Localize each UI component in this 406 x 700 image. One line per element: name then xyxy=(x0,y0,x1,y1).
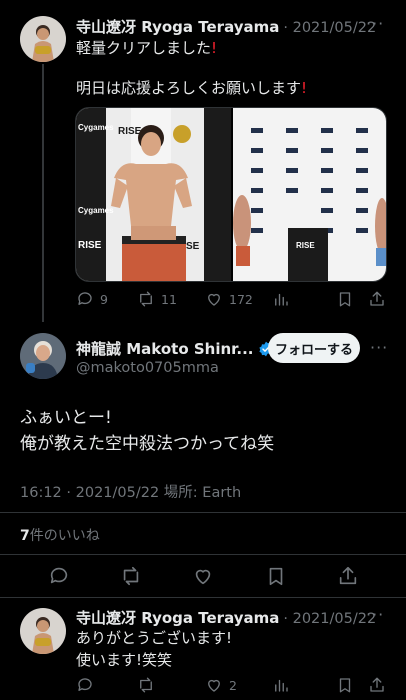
analytics-button[interactable] xyxy=(272,676,290,694)
more-options-icon[interactable]: ··· xyxy=(366,605,384,624)
reply-button[interactable] xyxy=(48,565,70,587)
tweet1-header: 寺山遼冴 Ryoga Terayama · 2021/05/22 xyxy=(76,16,376,37)
share-icon xyxy=(370,677,384,692)
like-button[interactable]: 2 xyxy=(205,676,237,694)
tweet-text-line: 明日は応援よろしくお願いします! xyxy=(76,79,308,97)
share-button[interactable] xyxy=(368,676,386,694)
retweet-button[interactable] xyxy=(137,676,155,694)
exclamation-emoji: ! xyxy=(211,39,218,57)
media-grid: Cygames RISE Cygames RISE RISE RISE xyxy=(75,107,387,282)
thread-line xyxy=(42,64,44,322)
avatar-image xyxy=(20,608,66,654)
tweet-text-line: ありがとうございます! xyxy=(76,629,233,647)
weigh-in-photo[interactable]: Cygames RISE Cygames RISE RISE RISE xyxy=(76,108,387,282)
reply-button[interactable]: 9 xyxy=(76,290,108,308)
more-options-icon[interactable]: ··· xyxy=(370,338,388,357)
avatar-image xyxy=(20,16,66,62)
exclamation-emoji: ! xyxy=(301,79,308,97)
display-name[interactable]: 寺山遼冴 Ryoga Terayama xyxy=(76,16,279,37)
tweet2-header: 神龍誠 Makoto Shinr... xyxy=(76,338,274,359)
banner-text: RISE xyxy=(118,126,142,137)
reply-icon xyxy=(50,567,68,584)
follow-button[interactable]: フォローする xyxy=(268,333,360,363)
banner-text: Cygames xyxy=(78,123,114,132)
divider xyxy=(0,597,406,598)
share-button[interactable] xyxy=(337,565,359,587)
reply-icon xyxy=(78,678,92,691)
avatar[interactable] xyxy=(20,333,66,379)
tweet-text: ふぁいとー! 俺が教えた空中殺法つかってね笑 xyxy=(20,408,275,454)
analytics-icon xyxy=(275,293,288,306)
divider xyxy=(0,554,406,555)
like-button[interactable]: 172 xyxy=(205,290,253,308)
bookmark-icon xyxy=(339,292,351,307)
display-name[interactable]: 神龍誠 Makoto Shinr... xyxy=(76,338,254,359)
avatar[interactable] xyxy=(20,608,66,654)
avatar[interactable] xyxy=(20,16,66,62)
user-handle[interactable]: @makoto0705mma xyxy=(76,360,219,376)
analytics-button[interactable] xyxy=(272,290,290,308)
banner-text: Cygames xyxy=(78,206,114,215)
tweet-date[interactable]: · 2021/05/22 xyxy=(283,20,376,36)
bookmark-icon xyxy=(339,678,351,693)
retweet-icon xyxy=(140,291,152,307)
heart-icon xyxy=(195,569,211,585)
backdrop-text: RISE xyxy=(296,241,315,250)
tweet-text-line: 使います!笑笑 xyxy=(76,651,173,669)
heart-icon xyxy=(208,679,220,692)
bookmark-button[interactable] xyxy=(336,676,354,694)
tweet-timestamp[interactable]: 16:12 · 2021/05/22 場所: Earth xyxy=(20,481,241,502)
share-button[interactable] xyxy=(368,290,386,308)
retweet-icon xyxy=(123,566,139,586)
divider xyxy=(0,512,406,513)
tweet3-header: 寺山遼冴 Ryoga Terayama · 2021/05/22 xyxy=(76,607,376,628)
avatar-image xyxy=(20,333,66,379)
like-button[interactable] xyxy=(192,565,214,587)
retweet-button[interactable] xyxy=(120,565,142,587)
heart-icon xyxy=(208,293,220,306)
reply-button[interactable] xyxy=(76,676,94,694)
tweet-date[interactable]: · 2021/05/22 xyxy=(283,611,376,627)
bookmark-button[interactable] xyxy=(265,565,287,587)
retweet-icon xyxy=(140,677,152,693)
analytics-icon xyxy=(275,679,288,692)
display-name[interactable]: 寺山遼冴 Ryoga Terayama xyxy=(76,607,279,628)
bookmark-button[interactable] xyxy=(336,290,354,308)
share-icon xyxy=(370,291,384,306)
banner-text: RISE xyxy=(78,240,102,251)
bookmark-icon xyxy=(269,567,283,586)
more-options-icon[interactable]: ··· xyxy=(366,14,384,33)
reply-icon xyxy=(78,292,92,305)
share-icon xyxy=(339,566,357,585)
likes-count-link[interactable]: 7件のいいね xyxy=(20,525,100,545)
retweet-button[interactable]: 11 xyxy=(137,290,177,308)
tweet-text-line: 軽量クリアしました! xyxy=(76,39,218,57)
